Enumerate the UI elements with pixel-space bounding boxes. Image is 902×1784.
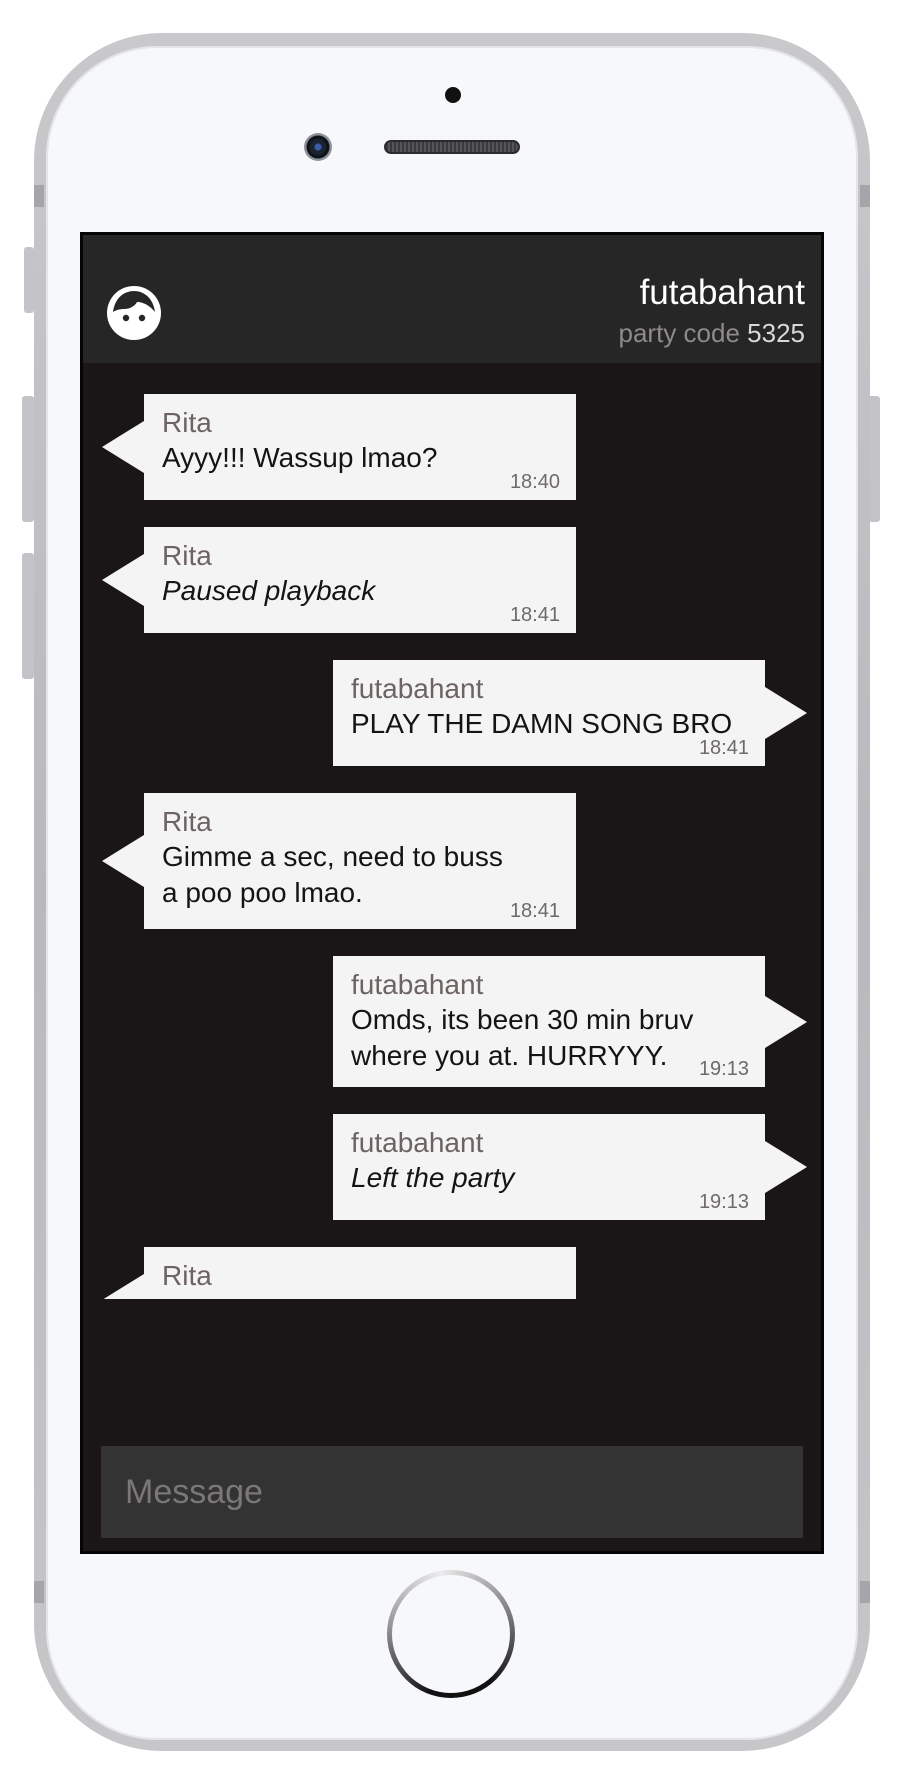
message-time: 18:41 xyxy=(509,900,560,922)
message-text: Paused playback xyxy=(162,575,376,606)
message-bubble[interactable]: Rita Ayyy!!! Wassup lmao? 18:40 xyxy=(102,394,576,500)
message-text: Ayyy!!! Wassup lmao? xyxy=(162,442,438,473)
antenna-band xyxy=(34,1581,44,1603)
message-input[interactable] xyxy=(125,1446,779,1538)
bubble-tail xyxy=(102,554,144,606)
party-code-value: 5325 xyxy=(747,318,805,348)
message-text: Gimme a sec, need to buss a poo poo lmao… xyxy=(162,841,503,908)
party-code-label: party code xyxy=(618,318,740,348)
message-text: Omds, its been 30 min bruv where you at.… xyxy=(351,1004,694,1071)
message-composer xyxy=(101,1446,803,1538)
bubble-tail xyxy=(765,995,807,1048)
bubble-tail xyxy=(102,421,144,473)
bubble-tail xyxy=(102,835,144,887)
bubble-tail xyxy=(102,1274,144,1299)
antenna-band xyxy=(34,185,44,207)
message-text: PLAY THE DAMN SONG BRO xyxy=(351,708,733,739)
message-text: Left the party xyxy=(351,1162,515,1193)
phone-screen: futabahant party code 5325 Rita Ayyy!!! … xyxy=(80,232,824,1554)
message-sender: Rita xyxy=(162,1260,212,1291)
face-icon[interactable] xyxy=(106,285,162,341)
message-list-viewport: Rita Ayyy!!! Wassup lmao? 18:40 Rita Pau… xyxy=(83,363,821,1299)
message-sender: Rita xyxy=(162,540,212,571)
message-list[interactable]: Rita Ayyy!!! Wassup lmao? 18:40 Rita Pau… xyxy=(83,363,821,1551)
message-time: 19:13 xyxy=(698,1058,749,1080)
volume-up-button xyxy=(22,396,34,522)
message-sender: futabahant xyxy=(351,1127,484,1158)
party-code: party code 5325 xyxy=(619,318,805,348)
bubble-tail xyxy=(765,687,807,739)
earpiece-speaker xyxy=(384,140,520,154)
message-bubble[interactable]: Rita Paused playback 18:41 xyxy=(102,527,576,633)
antenna-band xyxy=(860,185,870,207)
message-bubble[interactable]: futabahant PLAY THE DAMN SONG BRO 18:41 xyxy=(333,660,807,766)
message-bubble[interactable]: futabahant Left the party 19:13 xyxy=(333,1114,807,1220)
message-sender: futabahant xyxy=(351,673,484,704)
home-button[interactable] xyxy=(387,1570,515,1698)
message-sender: Rita xyxy=(162,806,212,837)
chat-header: futabahant party code 5325 xyxy=(83,235,821,363)
message-bubble[interactable]: futabahant Omds, its been 30 min bruv wh… xyxy=(333,956,807,1087)
antenna-band xyxy=(860,1581,870,1603)
message-time: 18:41 xyxy=(698,737,749,759)
proximity-sensor xyxy=(445,87,461,103)
message-bubble[interactable]: Rita Gimme a sec, need to buss a poo poo… xyxy=(102,793,576,929)
message-time: 18:41 xyxy=(509,604,560,626)
message-time: 18:40 xyxy=(509,471,560,493)
mute-switch xyxy=(24,247,34,313)
volume-down-button xyxy=(22,553,34,679)
message-bubble[interactable]: Rita xyxy=(102,1247,576,1299)
message-sender: Rita xyxy=(162,407,212,438)
front-camera-icon xyxy=(304,133,332,161)
message-sender: futabahant xyxy=(351,969,484,1000)
header-username: futabahant xyxy=(639,273,805,312)
bubble-tail xyxy=(765,1141,807,1193)
message-time: 19:13 xyxy=(698,1191,749,1213)
device-stage: futabahant party code 5325 Rita Ayyy!!! … xyxy=(0,0,902,1784)
